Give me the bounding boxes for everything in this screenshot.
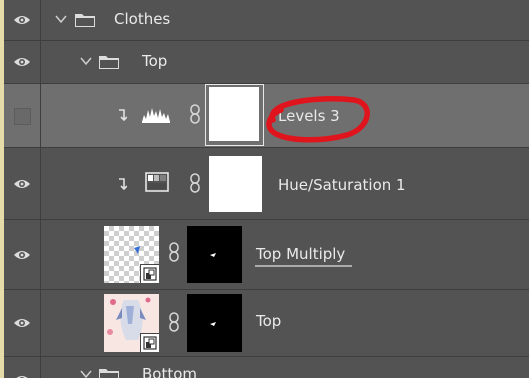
smart-object-icon [143,336,157,350]
layers-panel: Clothes Top Levels 3 Hue/Saturation 1 To… [0,0,529,378]
clipping-arrow-icon [119,178,127,191]
divider [40,220,41,289]
divider [40,41,41,83]
layer-thumbnail[interactable] [104,294,159,352]
layer-name: Top [256,312,282,330]
link-icon[interactable] [189,104,201,124]
layer-name: Top Multiply [256,245,346,263]
hue-saturation-icon [145,172,169,192]
layer-thumbnail[interactable] [104,226,159,283]
name-underline [255,265,352,267]
levels-icon [142,108,170,123]
divider [40,357,41,378]
divider [40,148,41,219]
folder-icon [99,56,119,69]
eye-icon [14,319,30,327]
link-icon[interactable] [168,312,180,332]
hidden-visibility-box [14,107,31,125]
smart-object-badge [140,333,159,352]
layer-row-levels[interactable]: Levels 3 [4,84,529,147]
layer-name: Top [142,52,168,70]
layer-mask-thumbnail[interactable] [187,226,242,283]
folder-icon [99,369,119,378]
layer-row-hue-saturation[interactable]: Hue/Saturation 1 [4,148,529,219]
divider [40,0,41,40]
chevron-down-icon[interactable] [54,14,68,24]
eye-icon [14,58,30,66]
chevron-down-icon[interactable] [79,369,93,378]
layer-row-top-multiply[interactable]: Top Multiply [4,220,529,289]
eye-icon [14,16,30,24]
divider [40,84,41,147]
layer-name: Clothes [114,10,171,28]
layer-name: Hue/Saturation 1 [278,176,406,194]
mask-detail [210,253,216,257]
visibility-toggle[interactable] [4,148,40,219]
folder-icon [75,14,95,27]
layer-mask-thumbnail[interactable] [209,87,259,141]
layer-row-clothes[interactable]: Clothes [4,0,529,40]
layer-name: Bottom [142,365,198,378]
visibility-toggle[interactable] [4,0,40,40]
layer-row-bottom[interactable]: Bottom [4,357,529,378]
link-icon[interactable] [189,173,201,193]
layer-row-top-group[interactable]: Top [4,41,529,83]
eye-icon [14,250,30,259]
mask-detail [210,322,216,326]
visibility-toggle[interactable] [4,290,40,356]
layer-mask-thumbnail[interactable] [187,294,242,352]
link-icon[interactable] [168,242,180,262]
eye-icon [16,376,28,378]
visibility-toggle[interactable] [4,84,40,147]
red-annotation-circle [266,96,370,143]
chevron-down-icon[interactable] [79,56,93,66]
layer-row-top[interactable]: Top [4,290,529,356]
visibility-toggle[interactable] [4,41,40,83]
visibility-toggle[interactable] [4,357,40,378]
eye-icon [14,179,30,188]
smart-object-icon [143,267,157,281]
clipping-arrow-icon [119,109,127,122]
visibility-toggle[interactable] [4,220,40,289]
smart-object-badge [140,264,159,283]
layer-mask-thumbnail[interactable] [209,156,262,212]
divider [40,290,41,356]
